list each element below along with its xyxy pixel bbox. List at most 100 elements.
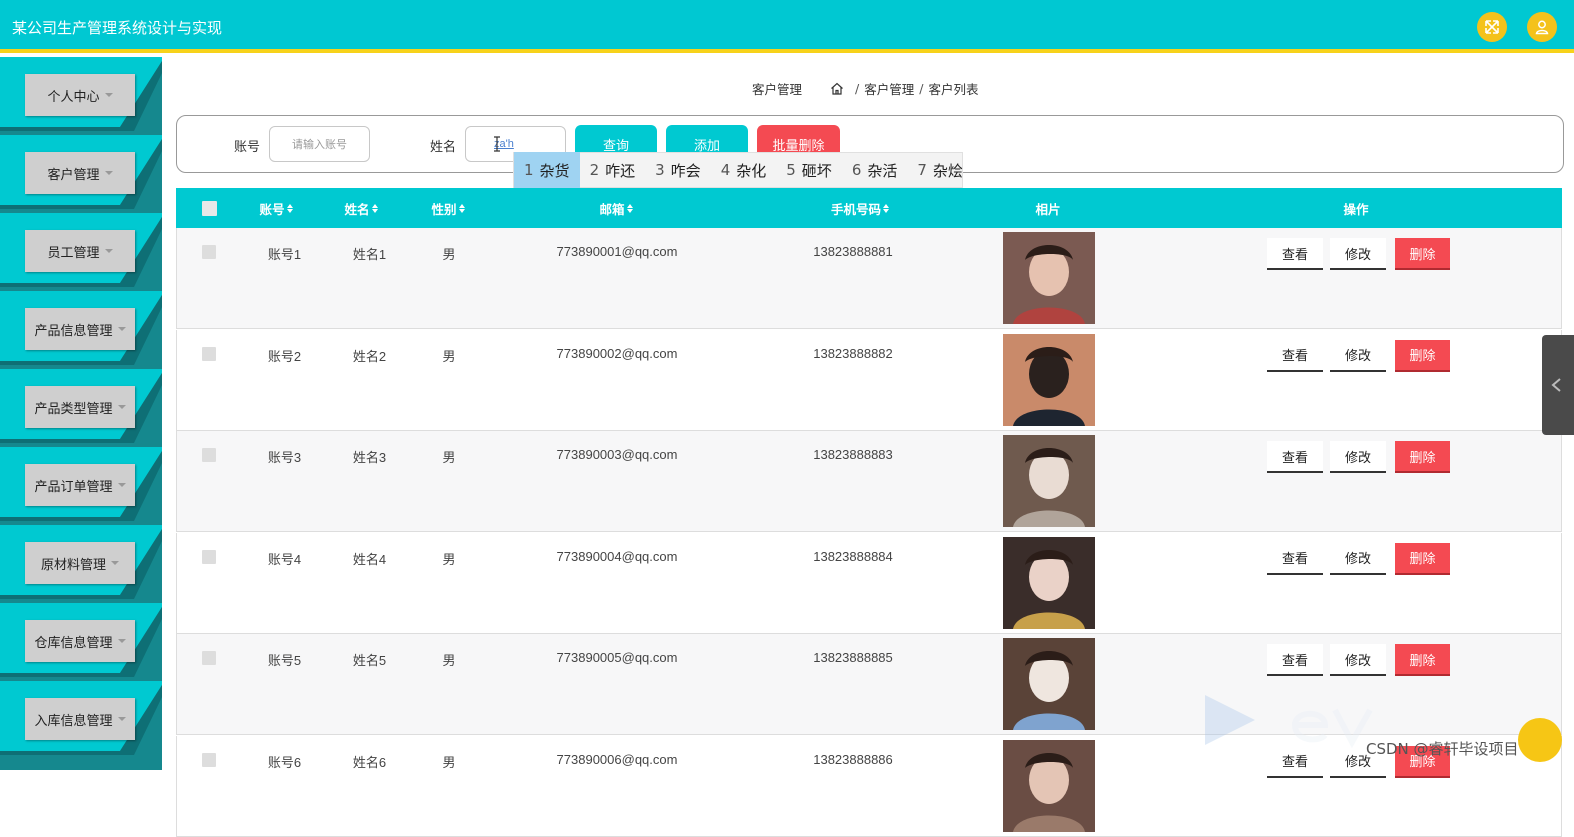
cell-account: 账号2 xyxy=(267,348,302,364)
sidebar-item[interactable]: 员工管理 xyxy=(25,230,135,272)
view-button[interactable]: 查看 xyxy=(1267,542,1323,575)
customer-photo xyxy=(1003,333,1095,426)
sidebar-menu-block: 产品类型管理 xyxy=(0,369,162,447)
caret-down-icon xyxy=(117,717,126,721)
view-button[interactable]: 查看 xyxy=(1267,644,1323,676)
app-title: 某公司生产管理系统设计与实现 xyxy=(12,19,223,37)
row-checkbox[interactable] xyxy=(202,245,216,259)
header-account[interactable]: 账号 xyxy=(246,188,306,228)
sidebar-item[interactable]: 产品信息管理 xyxy=(25,308,135,350)
top-header: 某公司生产管理系统设计与实现 xyxy=(0,0,1574,53)
edit-button[interactable]: 修改 xyxy=(1330,339,1386,372)
name-label: 姓名 xyxy=(430,140,457,155)
ime-candidate-text: 杂化 xyxy=(736,161,767,180)
chevron-left-icon xyxy=(1551,378,1561,392)
sidebar-item[interactable]: 产品类型管理 xyxy=(25,386,135,428)
header-gender-label: 性别 xyxy=(431,201,457,217)
table-row: 账号1 姓名1 男 773890001@qq.com 13823888881 查看 修改 删除 xyxy=(176,228,1562,329)
row-checkbox[interactable] xyxy=(202,346,216,361)
delete-button[interactable]: 删除 xyxy=(1395,441,1450,473)
header-gender[interactable]: 性别 xyxy=(418,188,478,228)
row-checkbox[interactable] xyxy=(202,549,216,564)
customer-photo xyxy=(1003,638,1095,730)
cell-account: 账号4 xyxy=(267,551,302,567)
cell-gender: 男 xyxy=(442,754,456,770)
select-all-checkbox[interactable] xyxy=(200,188,218,228)
cell-account: 账号5 xyxy=(267,653,302,668)
ime-candidate[interactable]: 6 杂活 xyxy=(842,152,908,188)
sidebar-item[interactable]: 产品订单管理 xyxy=(25,464,135,506)
ime-candidate[interactable]: 1 杂货 xyxy=(514,152,580,188)
cell-name: 姓名1 xyxy=(352,247,387,262)
customer-photo xyxy=(1003,232,1095,324)
delete-button[interactable]: 删除 xyxy=(1395,644,1450,676)
delete-button[interactable]: 删除 xyxy=(1395,339,1450,372)
ime-candidate-text: 咋会 xyxy=(670,161,701,180)
delete-button[interactable]: 删除 xyxy=(1395,542,1450,575)
sidebar-item[interactable]: 入库信息管理 xyxy=(25,698,135,740)
sidebar-menu-block: 客户管理 xyxy=(0,135,162,213)
ime-candidate[interactable]: 2 咋还 xyxy=(580,152,646,188)
floating-action-button[interactable] xyxy=(1518,718,1562,762)
header-phone-label: 手机号码 xyxy=(830,201,881,217)
sidebar-item[interactable]: 仓库信息管理 xyxy=(25,620,135,662)
sidebar-item-label: 原材料管理 xyxy=(40,557,106,573)
header-name-label: 姓名 xyxy=(344,201,370,217)
header-name[interactable]: 姓名 xyxy=(331,188,391,228)
sidebar: 个人中心客户管理员工管理产品信息管理产品类型管理产品订单管理 原材料管理仓库信息管… xyxy=(0,57,162,770)
fullscreen-button[interactable] xyxy=(1477,12,1507,42)
ime-candidate-text: 杂货 xyxy=(539,161,570,180)
cell-name: 姓名3 xyxy=(352,450,387,465)
view-button[interactable]: 查看 xyxy=(1267,745,1323,778)
sidebar-item[interactable]: 客户管理 xyxy=(25,152,135,194)
cell-gender: 男 xyxy=(442,653,456,668)
table-row: 账号6 姓名6 男 773890006@qq.com 13823888886 查看 修改 删除 xyxy=(176,735,1562,837)
caret-down-icon xyxy=(104,249,113,253)
header-phone[interactable]: 手机号码 xyxy=(790,188,930,228)
cell-phone: 13823888883 xyxy=(813,447,893,462)
view-button[interactable]: 查看 xyxy=(1267,339,1323,372)
view-button[interactable]: 查看 xyxy=(1267,441,1323,473)
sidebar-item[interactable]: 个人中心 xyxy=(25,74,135,116)
row-checkbox[interactable] xyxy=(202,448,216,462)
table-header: 账号 姓名 性别 邮箱 手机号码 相片 操作 xyxy=(176,188,1562,228)
sidebar-menu-block: 个人中心 xyxy=(0,57,162,135)
user-button[interactable] xyxy=(1527,12,1557,42)
side-collapse-tab[interactable] xyxy=(1542,335,1574,435)
header-email[interactable]: 邮箱 xyxy=(556,188,676,228)
ime-candidate[interactable]: 5 砸坏 xyxy=(776,152,842,188)
home-icon[interactable] xyxy=(830,82,844,95)
sort-icon xyxy=(883,203,889,213)
cell-gender: 男 xyxy=(442,450,456,465)
cell-phone: 13823888884 xyxy=(813,548,893,564)
edit-button[interactable]: 修改 xyxy=(1330,441,1386,473)
view-button[interactable]: 查看 xyxy=(1267,238,1323,270)
watermark-text: CSDN @睿轩毕设项目 xyxy=(1366,740,1519,758)
ime-candidate-number: 2 xyxy=(589,161,600,179)
ime-candidate-number: 7 xyxy=(917,161,927,179)
sort-icon xyxy=(626,203,633,213)
ime-candidate[interactable]: 3 咋会 xyxy=(645,152,711,188)
table-row: 账号2 姓名2 男 773890002@qq.com 13823888882 查看 修改 删除 xyxy=(176,329,1562,431)
delete-button[interactable]: 删除 xyxy=(1395,238,1450,270)
header-photo: 相片 xyxy=(1035,201,1061,217)
caret-down-icon xyxy=(111,561,119,565)
cell-email: 773890006@qq.com xyxy=(556,751,678,767)
caret-down-icon xyxy=(117,483,126,487)
cell-name: 姓名5 xyxy=(352,653,387,668)
ime-candidate[interactable]: 4 杂化 xyxy=(711,152,777,188)
breadcrumb-separator: / xyxy=(919,81,924,96)
sidebar-menu-block: 员工管理 xyxy=(0,213,162,291)
account-input[interactable]: 请输入账号 xyxy=(269,126,370,162)
breadcrumb-item[interactable]: 客户管理 xyxy=(864,79,914,98)
sidebar-item-label: 产品订单管理 xyxy=(34,479,113,495)
ime-candidate[interactable]: 7 杂烩 xyxy=(907,152,973,188)
edit-button[interactable]: 修改 xyxy=(1330,644,1386,676)
sidebar-item[interactable]: 原材料管理 xyxy=(25,542,135,584)
sidebar-item-label: 员工管理 xyxy=(47,245,100,261)
edit-button[interactable]: 修改 xyxy=(1330,542,1386,575)
row-checkbox[interactable] xyxy=(202,651,216,665)
row-checkbox[interactable] xyxy=(202,752,216,767)
sidebar-item-label: 产品信息管理 xyxy=(34,323,113,339)
edit-button[interactable]: 修改 xyxy=(1330,238,1386,270)
